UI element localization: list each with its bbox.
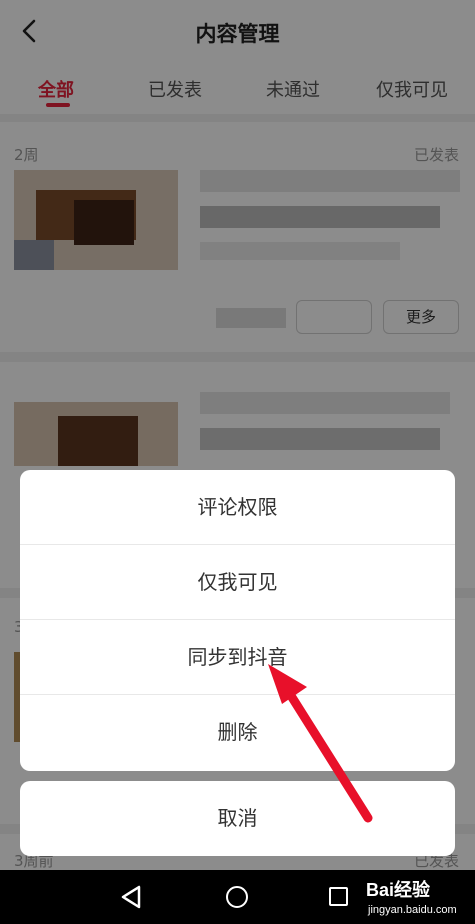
sync-to-douyin-option[interactable]: 同步到抖音: [20, 620, 455, 695]
delete-option[interactable]: 删除: [20, 695, 455, 770]
comment-permission-option[interactable]: 评论权限: [20, 470, 455, 545]
nav-home-icon[interactable]: [226, 886, 248, 908]
watermark-url: jingyan.baidu.com: [368, 904, 457, 916]
cancel-button[interactable]: 取消: [20, 781, 455, 856]
watermark: Bai经验 jingyan.baidu.com: [366, 874, 474, 922]
private-only-option[interactable]: 仅我可见: [20, 545, 455, 620]
watermark-brand: Bai经验: [366, 880, 431, 900]
action-sheet: 评论权限 仅我可见 同步到抖音 删除: [20, 470, 455, 771]
nav-recents-icon[interactable]: [329, 887, 348, 906]
nav-back-icon[interactable]: [120, 885, 142, 913]
